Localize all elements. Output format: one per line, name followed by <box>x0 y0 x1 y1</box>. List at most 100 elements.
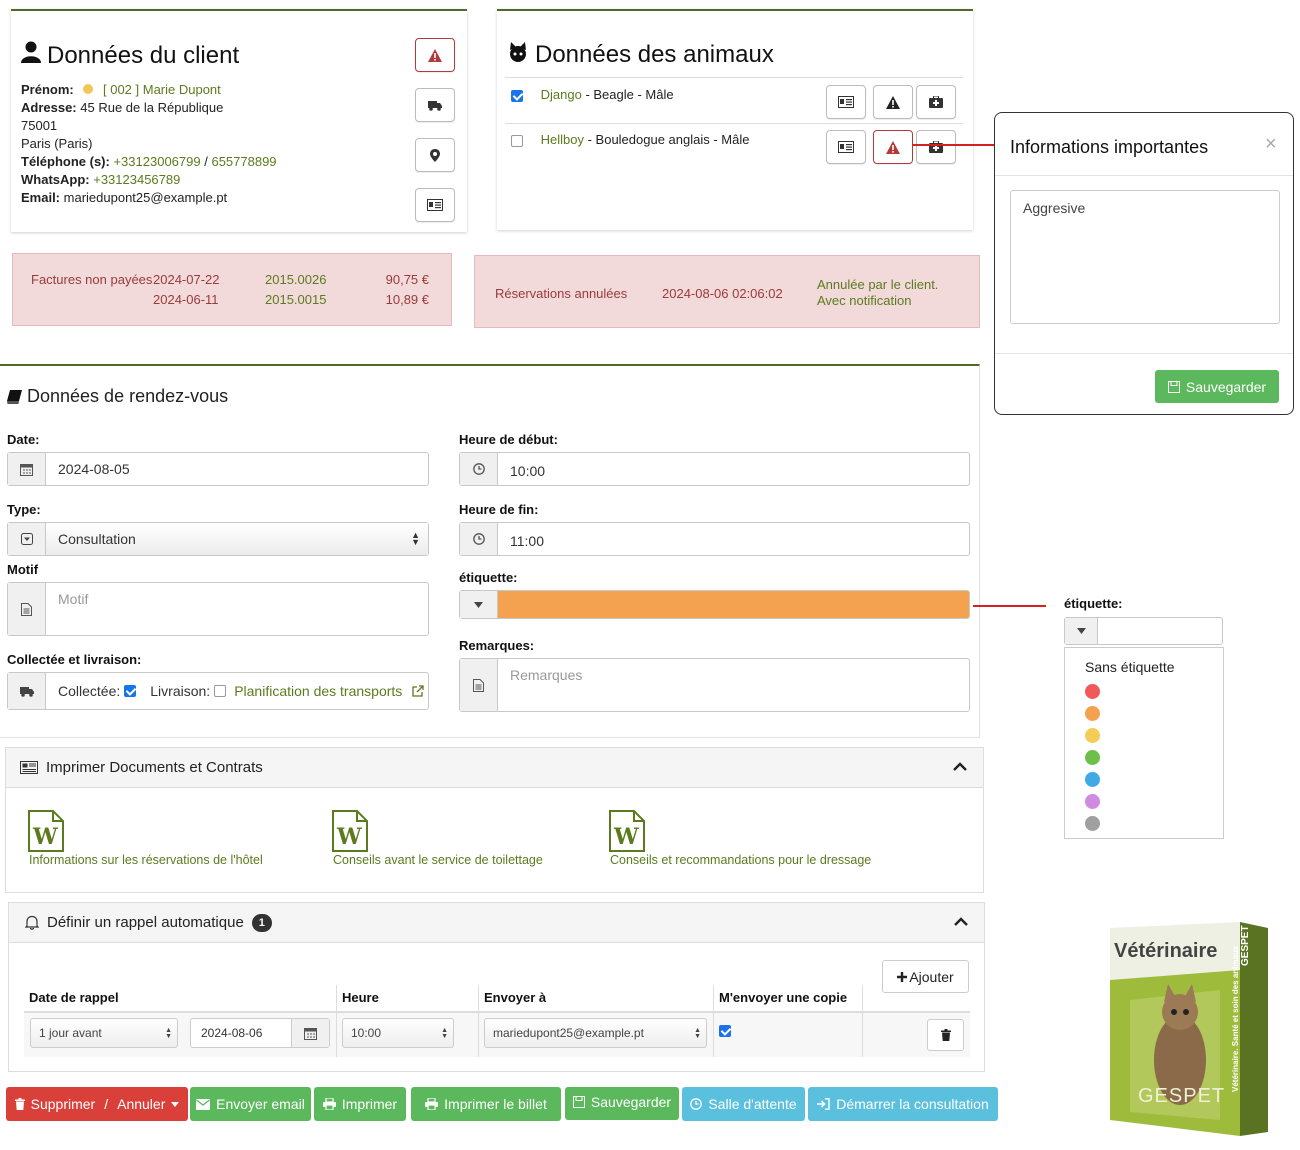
document-link-3[interactable]: Conseils et recommandations pour le dres… <box>610 853 871 867</box>
tag-option-color-6[interactable] <box>1085 794 1100 809</box>
tag-option-color-3[interactable] <box>1085 728 1100 743</box>
important-info-popup: Informations importantes × Aggresive Sau… <box>994 112 1294 415</box>
tag-dropdown-select[interactable] <box>1064 617 1223 645</box>
date-input[interactable]: 2024-08-05 <box>7 452 429 486</box>
print-ticket-button[interactable]: Imprimer le billet <box>411 1087 561 1121</box>
type-select[interactable]: Consultation ▲ ▼ <box>7 522 429 556</box>
unpaid-date-1: 2024-07-22 <box>153 272 220 287</box>
popup-title: Informations importantes <box>1010 137 1209 157</box>
print-documents-title: Imprimer Documents et Contrats <box>46 759 263 776</box>
delete-label: Supprimer <box>30 1096 96 1112</box>
document-link-1[interactable]: Informations sur les réservations de l'h… <box>29 853 263 867</box>
print-button[interactable]: Imprimer <box>314 1087 406 1121</box>
unpaid-invoice-1-link[interactable]: 2015.0026 <box>265 272 326 287</box>
animal-2-name-link[interactable]: Hellboy <box>541 132 584 147</box>
unpaid-amount-2: 10,89 € <box>385 292 429 307</box>
start-time-input[interactable]: 10:00 <box>459 452 970 486</box>
animal-2-medkit-button[interactable] <box>916 130 956 164</box>
waiting-room-button[interactable]: Salle d'attente <box>682 1087 805 1121</box>
word-document-icon[interactable]: W <box>28 810 64 855</box>
reminder-time-value: 10:00 <box>351 1026 382 1040</box>
external-link-icon[interactable] <box>412 685 424 697</box>
bell-icon <box>25 915 39 930</box>
send-copy-checkbox[interactable] <box>719 1024 731 1037</box>
select-arrows-icon: ▲ ▼ <box>411 530 420 547</box>
transport-planning-link[interactable]: Planification des transports <box>234 683 402 699</box>
client-map-button[interactable] <box>415 138 455 172</box>
adresse-value: 45 Rue de la République <box>80 100 224 115</box>
animal-1-alert-button[interactable] <box>873 85 913 119</box>
calendar-icon <box>291 1019 329 1047</box>
client-transport-button[interactable] <box>415 88 455 122</box>
word-document-icon[interactable]: W <box>332 810 368 855</box>
remarks-placeholder: Remarques <box>510 667 583 683</box>
medkit-icon <box>929 141 943 153</box>
reminder-send-to-select[interactable]: mariedupont25@example.pt ▲ ▼ <box>484 1018 707 1048</box>
reminder-when-select[interactable]: 1 jour avant ▲ ▼ <box>30 1018 178 1048</box>
animals-title: Données des animaux <box>507 41 774 69</box>
delete-reminder-button[interactable] <box>927 1019 964 1051</box>
reminder-time-select[interactable]: 10:00 ▲ ▼ <box>342 1018 454 1048</box>
warning-icon <box>886 95 900 109</box>
tag-option-color-5[interactable] <box>1085 772 1100 787</box>
phone-1-link[interactable]: +33123006799 <box>113 154 200 169</box>
tag-option-color-2[interactable] <box>1085 706 1100 721</box>
popup-close-icon[interactable]: × <box>1265 133 1277 156</box>
animals-panel: Données des animaux Django - Beagle - Mâ… <box>497 9 973 230</box>
user-icon <box>21 41 41 70</box>
remarks-textarea[interactable]: Remarques <box>459 658 970 712</box>
client-alert-button[interactable] <box>415 38 455 72</box>
unpaid-invoice-2-link[interactable]: 2015.0015 <box>265 292 326 307</box>
tag-connector-line <box>973 605 1046 607</box>
animal-2-desc: - Bouledogue anglais - Mâle <box>583 132 750 147</box>
delete-cancel-button[interactable]: Supprimer / Annuler <box>6 1087 188 1121</box>
animal-1-name-link[interactable]: Django <box>541 87 582 102</box>
client-name-link[interactable]: [ 002 ] Marie Dupont <box>103 82 221 97</box>
collected-checkbox[interactable] <box>124 685 137 697</box>
popup-save-button[interactable]: Sauvegarder <box>1155 370 1279 403</box>
appointment-title-text: Données de rendez-vous <box>27 386 229 406</box>
word-document-icon[interactable]: W <box>609 810 645 855</box>
start-consultation-button[interactable]: Démarrer la consultation <box>808 1087 998 1121</box>
phone-separator: / <box>204 154 208 169</box>
clock-icon <box>460 453 498 485</box>
send-email-button[interactable]: Envoyer email <box>190 1087 311 1121</box>
end-time-input[interactable]: 11:00 <box>459 522 970 556</box>
tag-option-color-7[interactable] <box>1085 816 1100 831</box>
tag-option-color-1[interactable] <box>1085 684 1100 699</box>
select-arrows-icon: ▲ ▼ <box>441 1027 448 1040</box>
phone-2-link[interactable]: 655778899 <box>211 154 276 169</box>
chevron-up-icon[interactable] <box>953 762 967 771</box>
start-time-label: Heure de début: <box>459 432 558 447</box>
caret-down-icon <box>460 591 498 618</box>
tag-option-color-4[interactable] <box>1085 750 1100 765</box>
client-title-text: Données du client <box>47 41 240 69</box>
delivery-checkbox[interactable] <box>214 685 227 697</box>
remarks-label: Remarques: <box>459 638 535 653</box>
cancelled-reservations-alert: Réservations annulées 2024-08-06 02:06:0… <box>474 255 980 328</box>
print-documents-header[interactable]: Imprimer Documents et Contrats <box>6 748 983 788</box>
chevron-up-icon[interactable] <box>954 917 968 926</box>
whatsapp-link[interactable]: +33123456789 <box>93 172 180 187</box>
animal-1-checkbox[interactable] <box>511 89 523 102</box>
tag-option-none[interactable]: Sans étiquette <box>1085 659 1175 675</box>
animal-2-card-button[interactable] <box>826 130 866 164</box>
animal-1-medkit-button[interactable] <box>916 85 956 119</box>
client-card-button[interactable] <box>415 188 455 222</box>
save-button[interactable]: Sauvegarder <box>565 1087 679 1120</box>
reminder-date-input[interactable]: 2024-08-06 <box>190 1018 330 1048</box>
popup-save-label: Sauvegarder <box>1185 378 1267 395</box>
animal-2-checkbox[interactable] <box>511 134 523 147</box>
printer-icon <box>425 1098 439 1110</box>
warning-icon <box>428 48 442 62</box>
clock-icon <box>690 1098 703 1110</box>
motif-textarea[interactable]: Motif <box>7 582 429 636</box>
document-link-2[interactable]: Conseils avant le service de toilettage <box>333 853 543 867</box>
animal-1-card-button[interactable] <box>826 85 866 119</box>
postal-code: 75001 <box>21 118 58 133</box>
reminder-header[interactable]: Définir un rappel automatique 1 <box>9 903 984 943</box>
popup-textarea[interactable]: Aggresive <box>1010 190 1280 324</box>
tag-select[interactable] <box>459 590 970 619</box>
unpaid-invoices-alert: Factures non payées 2024-07-22 2024-06-1… <box>12 253 452 326</box>
animal-2-alert-button[interactable] <box>873 130 913 164</box>
